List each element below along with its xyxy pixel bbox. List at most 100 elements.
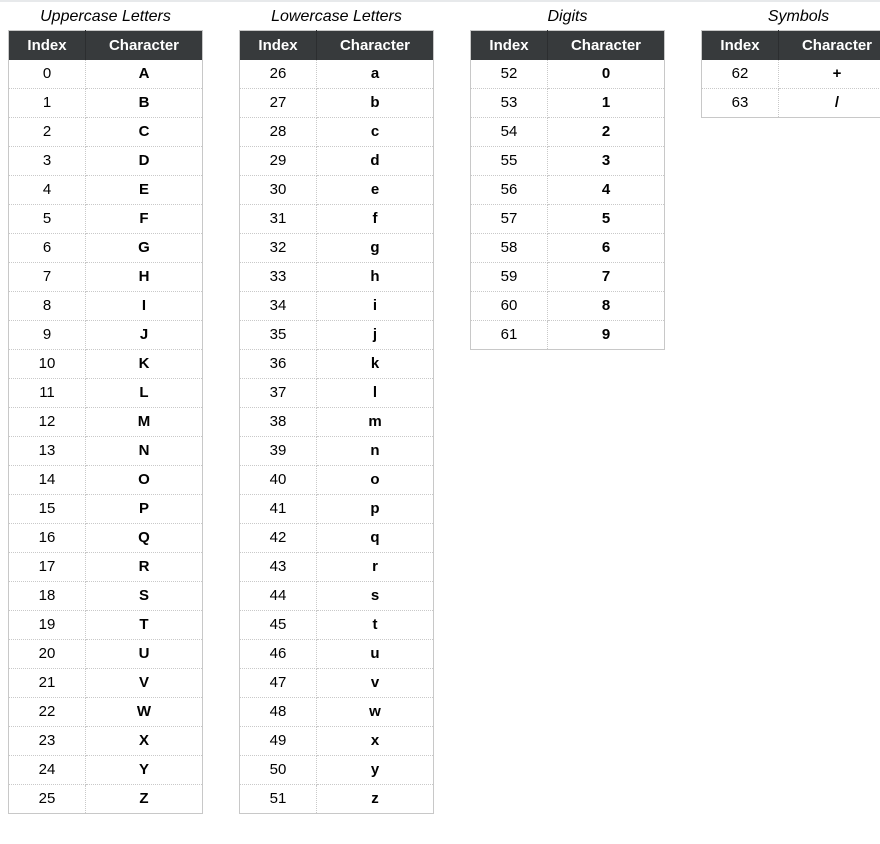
table-symbols: IndexCharacter62+63/ bbox=[701, 30, 880, 118]
character-cell: 3 bbox=[548, 147, 665, 176]
character-cell: g bbox=[317, 234, 434, 263]
table-row: 33h bbox=[240, 263, 434, 292]
table-row: 17R bbox=[9, 553, 203, 582]
table-row: 24Y bbox=[9, 756, 203, 785]
table-row: 35j bbox=[240, 321, 434, 350]
table-row: 41p bbox=[240, 495, 434, 524]
character-cell: e bbox=[317, 176, 434, 205]
character-cell: P bbox=[86, 495, 203, 524]
table-row: 8I bbox=[9, 292, 203, 321]
index-cell: 0 bbox=[9, 60, 86, 89]
character-cell: X bbox=[86, 727, 203, 756]
table-row: 6G bbox=[9, 234, 203, 263]
index-cell: 27 bbox=[240, 89, 317, 118]
table-row: 608 bbox=[471, 292, 665, 321]
column-header-character: Character bbox=[548, 31, 665, 61]
character-cell: 7 bbox=[548, 263, 665, 292]
index-cell: 25 bbox=[9, 785, 86, 814]
column-header-character: Character bbox=[779, 31, 880, 61]
index-cell: 18 bbox=[9, 582, 86, 611]
index-cell: 9 bbox=[9, 321, 86, 350]
character-cell: 6 bbox=[548, 234, 665, 263]
table-row: 16Q bbox=[9, 524, 203, 553]
table-row: 586 bbox=[471, 234, 665, 263]
table-row: 63/ bbox=[702, 89, 880, 118]
table-row: 40o bbox=[240, 466, 434, 495]
table-row: 46u bbox=[240, 640, 434, 669]
character-cell: / bbox=[779, 89, 880, 118]
table-row: 21V bbox=[9, 669, 203, 698]
index-cell: 43 bbox=[240, 553, 317, 582]
table-row: 36k bbox=[240, 350, 434, 379]
table-row: 23X bbox=[9, 727, 203, 756]
index-cell: 12 bbox=[9, 408, 86, 437]
index-cell: 5 bbox=[9, 205, 86, 234]
character-cell: u bbox=[317, 640, 434, 669]
table-row: 31f bbox=[240, 205, 434, 234]
character-cell: E bbox=[86, 176, 203, 205]
character-cell: O bbox=[86, 466, 203, 495]
table-row: 30e bbox=[240, 176, 434, 205]
index-cell: 36 bbox=[240, 350, 317, 379]
character-cell: 9 bbox=[548, 321, 665, 350]
table-row: 32g bbox=[240, 234, 434, 263]
column-header-character: Character bbox=[317, 31, 434, 61]
character-cell: b bbox=[317, 89, 434, 118]
table-row: 44s bbox=[240, 582, 434, 611]
character-cell: W bbox=[86, 698, 203, 727]
group-title-lowercase: Lowercase Letters bbox=[271, 8, 402, 26]
character-cell: a bbox=[317, 60, 434, 89]
index-cell: 34 bbox=[240, 292, 317, 321]
index-cell: 21 bbox=[9, 669, 86, 698]
character-cell: B bbox=[86, 89, 203, 118]
index-cell: 53 bbox=[471, 89, 548, 118]
table-row: 62+ bbox=[702, 60, 880, 89]
table-row: 9J bbox=[9, 321, 203, 350]
index-cell: 24 bbox=[9, 756, 86, 785]
character-cell: m bbox=[317, 408, 434, 437]
table-row: 553 bbox=[471, 147, 665, 176]
character-cell: y bbox=[317, 756, 434, 785]
character-cell: V bbox=[86, 669, 203, 698]
index-cell: 2 bbox=[9, 118, 86, 147]
index-cell: 48 bbox=[240, 698, 317, 727]
character-cell: H bbox=[86, 263, 203, 292]
character-cell: d bbox=[317, 147, 434, 176]
table-row: 542 bbox=[471, 118, 665, 147]
index-cell: 62 bbox=[702, 60, 779, 89]
character-cell: h bbox=[317, 263, 434, 292]
character-cell: Y bbox=[86, 756, 203, 785]
index-cell: 51 bbox=[240, 785, 317, 814]
table-row: 7H bbox=[9, 263, 203, 292]
table-row: 22W bbox=[9, 698, 203, 727]
table-digits: IndexCharacter52053154255356457558659760… bbox=[470, 30, 665, 350]
table-row: 12M bbox=[9, 408, 203, 437]
table-row: 39n bbox=[240, 437, 434, 466]
character-cell: T bbox=[86, 611, 203, 640]
table-row: 29d bbox=[240, 147, 434, 176]
character-cell: F bbox=[86, 205, 203, 234]
character-cell: C bbox=[86, 118, 203, 147]
index-cell: 1 bbox=[9, 89, 86, 118]
character-cell: w bbox=[317, 698, 434, 727]
index-cell: 47 bbox=[240, 669, 317, 698]
character-cell: L bbox=[86, 379, 203, 408]
character-cell: p bbox=[317, 495, 434, 524]
character-cell: z bbox=[317, 785, 434, 814]
character-cell: A bbox=[86, 60, 203, 89]
group-title-digits: Digits bbox=[547, 8, 587, 26]
character-cell: j bbox=[317, 321, 434, 350]
index-cell: 32 bbox=[240, 234, 317, 263]
index-cell: 20 bbox=[9, 640, 86, 669]
table-row: 4E bbox=[9, 176, 203, 205]
character-cell: 0 bbox=[548, 60, 665, 89]
index-cell: 42 bbox=[240, 524, 317, 553]
table-row: 13N bbox=[9, 437, 203, 466]
table-row: 42q bbox=[240, 524, 434, 553]
character-cell: Q bbox=[86, 524, 203, 553]
character-cell: o bbox=[317, 466, 434, 495]
character-cell: R bbox=[86, 553, 203, 582]
table-row: 564 bbox=[471, 176, 665, 205]
table-row: 48w bbox=[240, 698, 434, 727]
table-row: 37l bbox=[240, 379, 434, 408]
